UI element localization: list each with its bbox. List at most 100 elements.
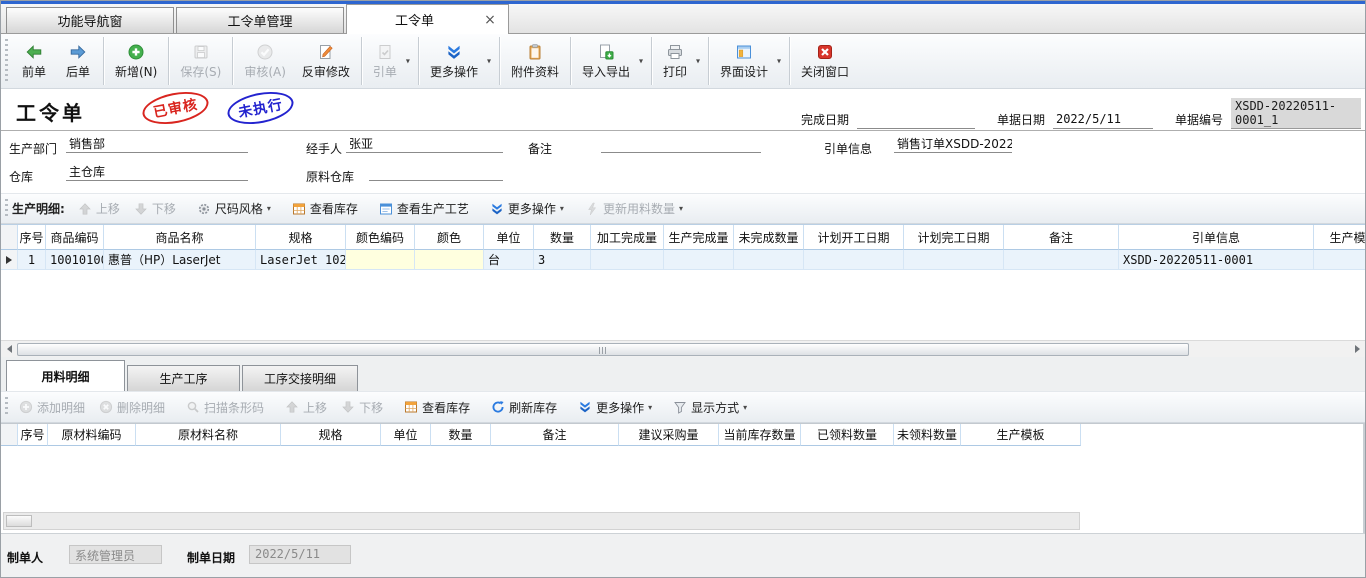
table-cell[interactable]: 惠普（HP）LaserJet <box>104 250 256 270</box>
toolbar-grip[interactable] <box>5 39 8 83</box>
column-header[interactable]: 备注 <box>1004 225 1119 250</box>
view-stock-button[interactable]: 查看库存 <box>397 395 477 419</box>
new-button[interactable]: 新增(N) <box>107 34 165 88</box>
column-header[interactable]: 加工完成量 <box>591 225 664 250</box>
save-button[interactable]: 保存(S) <box>172 34 229 88</box>
column-header[interactable]: 生产完成量 <box>664 225 734 250</box>
table-cell[interactable] <box>804 250 904 270</box>
column-header[interactable]: 颜色编码 <box>346 225 415 250</box>
material-warehouse-field[interactable] <box>369 163 503 181</box>
table-cell[interactable] <box>904 250 1004 270</box>
update-material-qty-button[interactable]: 更新用料数量 ▾ <box>578 197 690 221</box>
column-header[interactable]: 序号 <box>18 225 46 250</box>
close-window-button[interactable]: 关闭窗口 <box>793 34 857 88</box>
column-header[interactable]: 数量 <box>431 424 491 446</box>
column-header[interactable]: 商品编码 <box>46 225 104 250</box>
warehouse-field[interactable]: 主仓库 <box>66 163 248 181</box>
ui-design-button[interactable]: 界面设计 ▾ <box>712 34 786 88</box>
more-actions-button[interactable]: 更多操作 ▾ <box>422 34 496 88</box>
handler-field[interactable]: 张亚 <box>346 135 503 153</box>
move-up-button[interactable]: 上移 <box>278 395 334 419</box>
more-actions-button[interactable]: 更多操作 ▾ <box>483 197 571 221</box>
view-stock-button[interactable]: 查看库存 <box>285 197 365 221</box>
more-actions-button[interactable]: 更多操作 ▾ <box>571 395 659 419</box>
tab-function-nav[interactable]: 功能导航窗 <box>6 7 174 33</box>
toolbar-separator <box>232 37 233 85</box>
table-cell[interactable]: LaserJet 1020 <box>256 250 346 270</box>
column-header[interactable]: 生产模板 <box>961 424 1081 446</box>
tab-close-icon[interactable]: × <box>482 12 498 28</box>
column-header[interactable]: 建议采购量 <box>619 424 719 446</box>
table-cell-color[interactable] <box>415 250 484 270</box>
scrollbar-thumb[interactable] <box>17 343 1189 356</box>
table-row[interactable]: 1 100101003 惠普（HP）LaserJet LaserJet 1020… <box>1 250 1365 270</box>
ref-order-field[interactable]: 销售订单XSDD-20220511-0 <box>894 135 1012 153</box>
column-header[interactable]: 引单信息 <box>1119 225 1314 250</box>
toolbar-grip[interactable] <box>5 199 8 218</box>
doc-date-field[interactable]: 2022/5/11 <box>1053 112 1153 129</box>
column-header[interactable]: 已领料数量 <box>801 424 894 446</box>
import-export-button[interactable]: 导入导出 ▾ <box>574 34 648 88</box>
pull-order-button[interactable]: 引单 ▾ <box>365 34 415 88</box>
view-process-button[interactable]: 查看生产工艺 <box>372 197 476 221</box>
move-down-button[interactable]: 下移 <box>334 395 390 419</box>
column-header[interactable]: 商品名称 <box>104 225 256 250</box>
tab-production-process[interactable]: 生产工序 <box>127 365 240 391</box>
table-cell[interactable] <box>1314 250 1365 270</box>
table-cell[interactable] <box>664 250 734 270</box>
remark-field[interactable] <box>601 135 761 153</box>
column-header[interactable]: 数量 <box>534 225 591 250</box>
column-header[interactable]: 计划完工日期 <box>904 225 1004 250</box>
column-header[interactable]: 单位 <box>484 225 534 250</box>
next-doc-button[interactable]: 后单 <box>56 34 100 88</box>
column-header[interactable]: 原材料名称 <box>136 424 281 446</box>
material-grid-scrollbar[interactable] <box>3 512 1080 530</box>
column-header[interactable]: 未完成数量 <box>734 225 804 250</box>
finish-date-field[interactable] <box>857 112 975 129</box>
unaudit-edit-button[interactable]: 反审修改 <box>294 34 358 88</box>
column-header[interactable]: 计划开工日期 <box>804 225 904 250</box>
size-style-button[interactable]: 尺码风格 ▾ <box>190 197 278 221</box>
scrollbar-thumb[interactable] <box>6 515 32 527</box>
prev-doc-button[interactable]: 前单 <box>12 34 56 88</box>
audit-button[interactable]: 审核(A) <box>236 34 294 88</box>
delete-detail-button[interactable]: 删除明细 <box>92 395 172 419</box>
column-header[interactable]: 生产模板 <box>1314 225 1365 250</box>
refresh-stock-button[interactable]: 刷新库存 <box>484 395 564 419</box>
attachments-button[interactable]: 附件资料 <box>503 34 567 88</box>
table-cell[interactable]: 1 <box>18 250 46 270</box>
column-header[interactable]: 规格 <box>256 225 346 250</box>
double-chevron-down-icon <box>445 43 463 61</box>
toolbar-grip[interactable] <box>5 397 8 417</box>
column-header[interactable]: 备注 <box>491 424 619 446</box>
production-dept-field[interactable]: 销售部 <box>66 135 248 153</box>
move-up-button[interactable]: 上移 <box>71 197 127 221</box>
print-button[interactable]: 打印 ▾ <box>655 34 705 88</box>
table-cell[interactable] <box>734 250 804 270</box>
display-mode-button[interactable]: 显示方式 ▾ <box>666 395 754 419</box>
edit-pencil-icon <box>317 43 335 61</box>
scroll-left-arrow[interactable] <box>1 341 17 357</box>
tab-material-detail[interactable]: 用料明细 <box>6 360 125 391</box>
move-down-button[interactable]: 下移 <box>127 197 183 221</box>
tab-work-order-mgmt[interactable]: 工令单管理 <box>176 7 344 33</box>
tab-work-order[interactable]: 工令单 × <box>346 4 509 34</box>
table-cell[interactable]: XSDD-20220511-0001 <box>1119 250 1314 270</box>
column-header[interactable]: 原材料编码 <box>48 424 136 446</box>
add-detail-button[interactable]: 添加明细 <box>12 395 92 419</box>
column-header[interactable]: 颜色 <box>415 225 484 250</box>
table-cell-color-code[interactable] <box>346 250 415 270</box>
table-cell[interactable]: 100101003 <box>46 250 104 270</box>
column-header[interactable]: 序号 <box>18 424 48 446</box>
column-header[interactable]: 单位 <box>381 424 431 446</box>
scroll-right-arrow[interactable] <box>1349 341 1365 357</box>
column-header[interactable]: 当前库存数量 <box>719 424 801 446</box>
table-cell[interactable]: 台 <box>484 250 534 270</box>
column-header[interactable]: 规格 <box>281 424 381 446</box>
table-cell[interactable] <box>1004 250 1119 270</box>
table-cell[interactable]: 3 <box>534 250 591 270</box>
scan-barcode-button[interactable]: 扫描条形码 <box>179 395 271 419</box>
column-header[interactable]: 未领料数量 <box>894 424 961 446</box>
tab-process-handover[interactable]: 工序交接明细 <box>242 365 358 391</box>
table-cell[interactable] <box>591 250 664 270</box>
